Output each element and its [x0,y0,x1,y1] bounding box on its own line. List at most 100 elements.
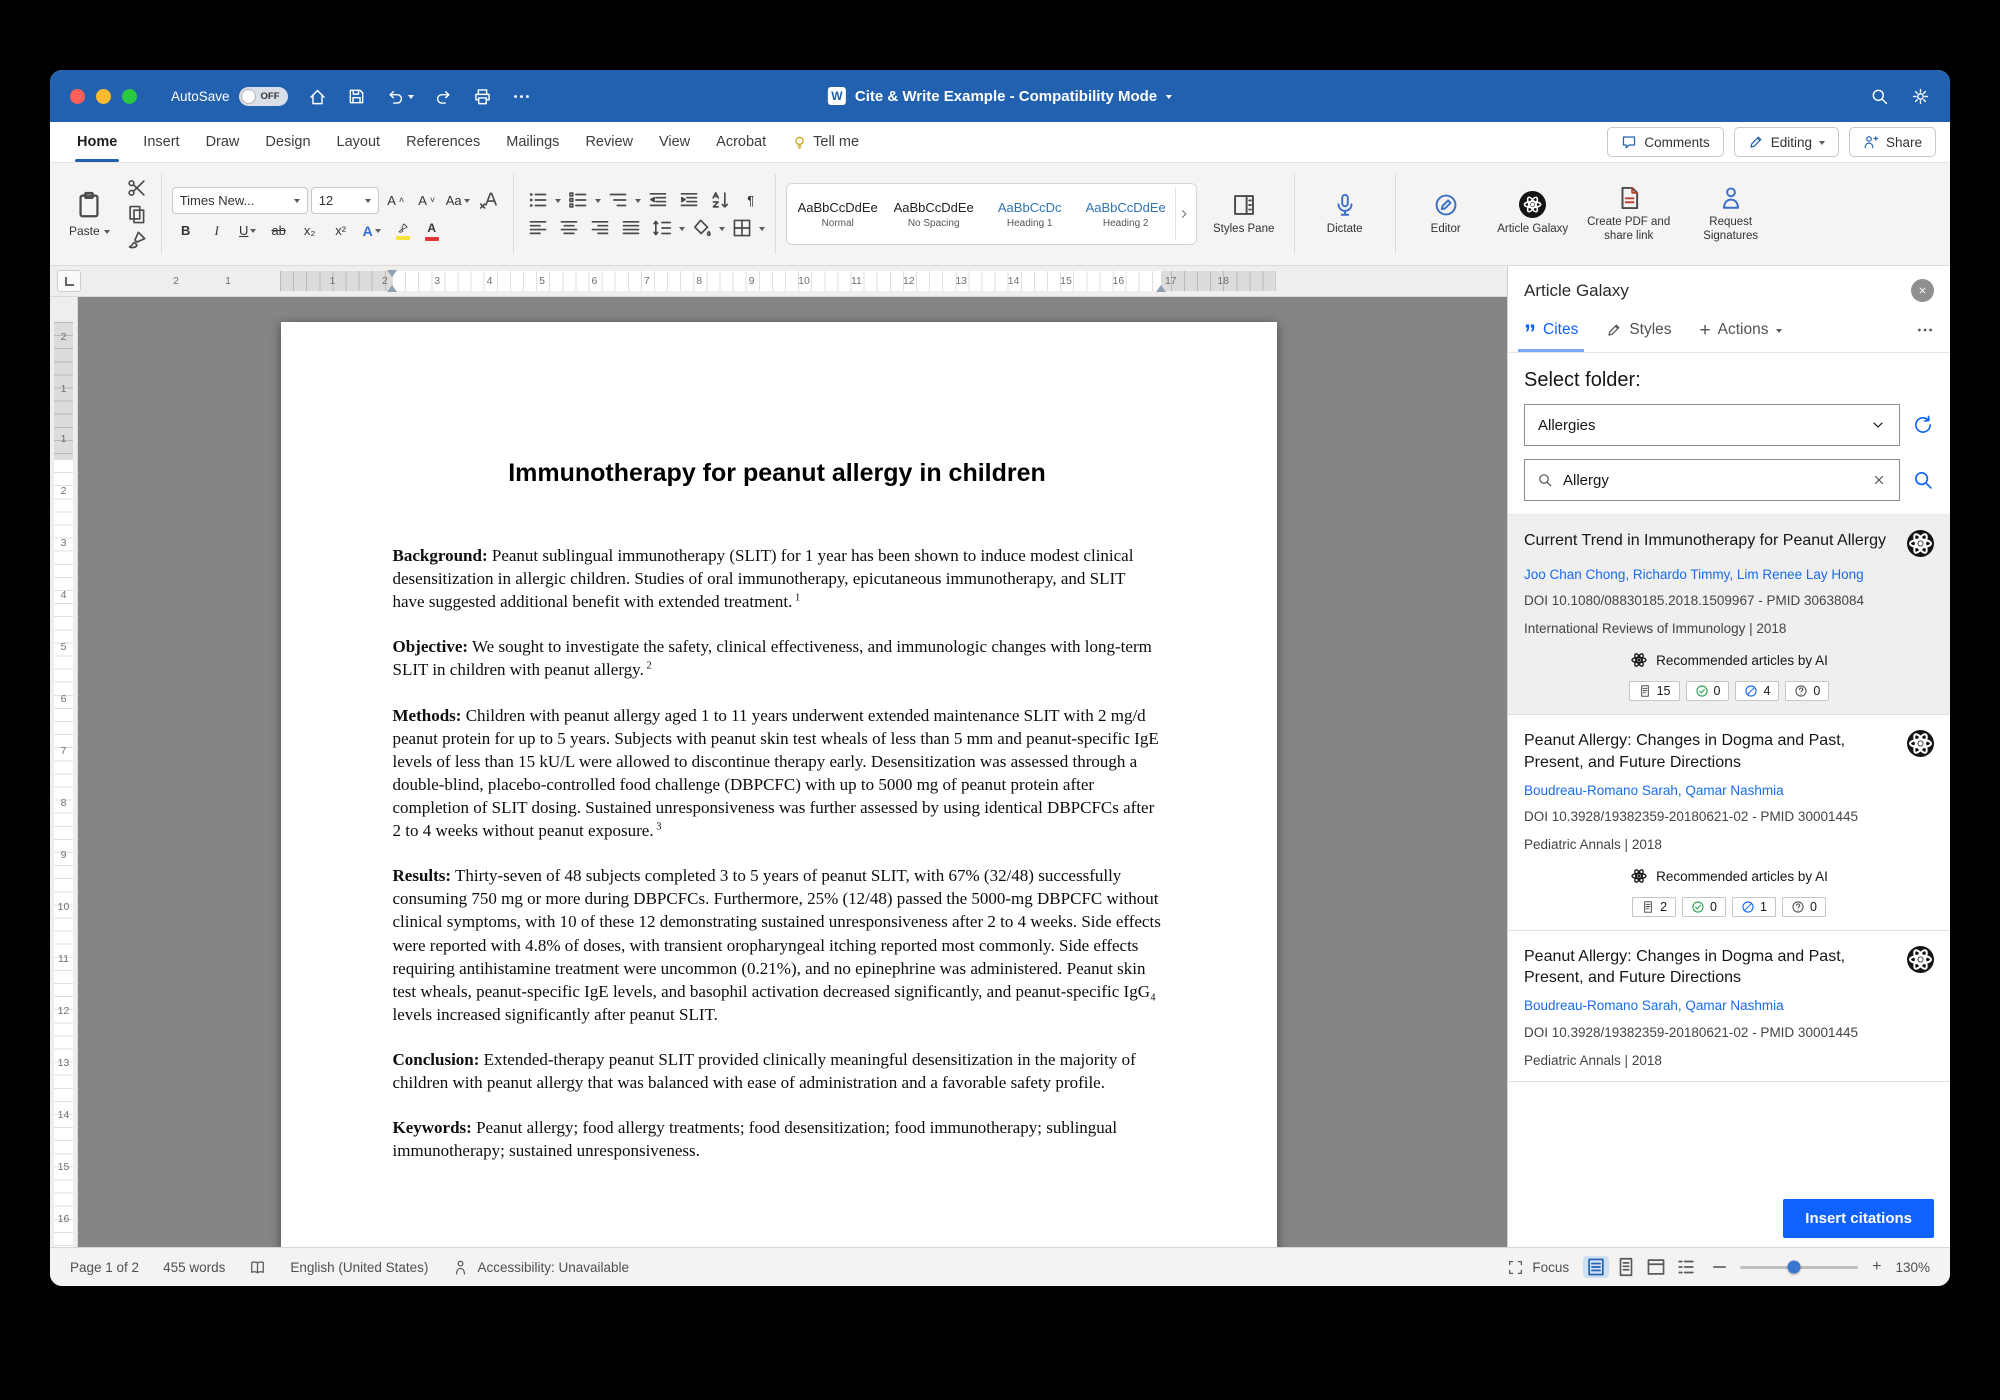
recommended-articles-link[interactable]: Recommended articles by AI [1524,651,1934,669]
justify-button[interactable] [617,217,645,239]
cut-button[interactable] [123,177,151,199]
ribbon-tab-mailings[interactable]: Mailings [493,122,572,162]
autosave-toggle[interactable]: OFF [239,87,288,106]
format-painter-button[interactable] [123,229,151,251]
superscript-button[interactable]: x² [327,220,355,242]
refresh-icon[interactable] [1912,414,1934,436]
document-page[interactable]: Immunotherapy for peanut allergy in chil… [281,322,1277,1247]
borders-button[interactable] [728,217,756,239]
article-galaxy-button[interactable]: Article Galaxy [1493,191,1573,237]
retraction-count-chip[interactable]: 1 [1732,897,1776,917]
italic-button[interactable]: I [203,220,231,242]
accessibility-status[interactable]: Accessibility: Unavailable [452,1259,629,1276]
result-card[interactable]: Current Trend in Immunotherapy for Peanu… [1508,515,1950,715]
check-count-chip[interactable]: 0 [1686,681,1730,701]
ribbon-tab-layout[interactable]: Layout [324,122,394,162]
ribbon-tab-tell-me[interactable]: Tell me [779,122,872,162]
sort-button[interactable] [706,189,734,211]
ribbon-tab-insert[interactable]: Insert [130,122,192,162]
result-card[interactable]: Peanut Allergy: Changes in Dogma and Pas… [1508,715,1950,931]
bullets-button[interactable] [524,189,552,211]
style-normal[interactable]: AaBbCcDdEeNormal [791,188,885,240]
zoom-slider-thumb[interactable] [1788,1261,1801,1274]
style-heading-1[interactable]: AaBbCcDcHeading 1 [983,188,1077,240]
close-window-button[interactable] [70,89,85,104]
increase-indent-button[interactable] [675,189,703,211]
strikethrough-button[interactable]: ab [265,220,293,242]
check-count-chip[interactable]: 0 [1682,897,1726,917]
tab-cites[interactable]: ” Cites [1524,308,1578,352]
ribbon-tab-view[interactable]: View [646,122,703,162]
titlebar-search-icon[interactable] [1870,87,1889,106]
tab-stop-selector[interactable] [57,270,81,292]
show-paragraph-marks-button[interactable]: ¶ [737,189,765,211]
align-right-button[interactable] [586,217,614,239]
undo-button[interactable] [386,87,414,106]
text-effects-button[interactable]: A [358,220,386,242]
focus-toggle[interactable]: Focus [1507,1259,1569,1276]
align-center-button[interactable] [555,217,583,239]
create-pdf-button[interactable]: Create PDF and share link [1580,185,1678,243]
print-icon[interactable] [473,87,492,106]
citations-count-chip[interactable]: 2 [1632,897,1676,917]
result-authors[interactable]: Boudreau-Romano Sarah, Qamar Nashmia [1524,997,1934,1015]
styles-gallery-expand[interactable] [1175,188,1192,240]
zoom-level[interactable]: 130% [1895,1260,1930,1275]
subscript-button[interactable]: x₂ [296,220,324,242]
share-button[interactable]: Share [1849,127,1936,157]
undo-dropdown-caret[interactable] [408,95,414,102]
hanging-indent-marker[interactable] [387,280,397,292]
zoom-in-button[interactable]: + [1872,1258,1881,1276]
decrease-indent-button[interactable] [644,189,672,211]
highlight-button[interactable] [389,220,417,242]
recommended-articles-link[interactable]: Recommended articles by AI [1524,867,1934,885]
panel-search-input[interactable]: Allergy [1524,459,1900,501]
page-indicator[interactable]: Page 1 of 2 [70,1260,139,1275]
retraction-count-chip[interactable]: 4 [1735,681,1779,701]
zoom-slider[interactable] [1740,1266,1858,1269]
folder-dropdown[interactable]: Allergies [1524,404,1900,446]
ribbon-tab-review[interactable]: Review [572,122,646,162]
paste-button[interactable]: Paste [60,187,119,241]
style-heading-2[interactable]: AaBbCcDdEeHeading 2 [1079,188,1173,240]
shrink-font-button[interactable]: A˅ [413,189,441,211]
dictate-button[interactable]: Dictate [1305,192,1385,237]
word-count[interactable]: 455 words [163,1260,225,1275]
align-left-button[interactable] [524,217,552,239]
ribbon-tab-home[interactable]: Home [64,122,130,162]
style-no-spacing[interactable]: AaBbCcDdEeNo Spacing [887,188,981,240]
underline-button[interactable]: U [234,220,262,242]
read-mode-view-button[interactable] [1613,1256,1639,1278]
close-panel-icon[interactable] [1911,279,1934,302]
font-color-button[interactable]: A [420,220,444,242]
result-authors[interactable]: Joo Chan Chong, Richardo Timmy, Lim Rene… [1524,566,1934,584]
result-authors[interactable]: Boudreau-Romano Sarah, Qamar Nashmia [1524,782,1934,800]
panel-more-icon[interactable] [1916,321,1934,339]
web-layout-view-button[interactable] [1643,1256,1669,1278]
titlebar-settings-icon[interactable] [1911,87,1930,106]
tab-actions[interactable]: + Actions [1700,308,1782,352]
vertical-ruler[interactable]: 211234567891011121314151617 [50,297,78,1247]
font-size-select[interactable]: 12 [311,187,379,214]
bold-button[interactable]: B [172,220,200,242]
ribbon-tab-acrobat[interactable]: Acrobat [703,122,779,162]
clear-formatting-button[interactable] [475,189,503,211]
result-card[interactable]: Peanut Allergy: Changes in Dogma and Pas… [1508,931,1950,1082]
ribbon-tab-design[interactable]: Design [252,122,323,162]
save-icon[interactable] [347,87,366,106]
citations-count-chip[interactable]: 15 [1629,681,1680,701]
multilevel-list-button[interactable] [604,189,632,211]
editor-button[interactable]: Editor [1406,192,1486,237]
question-count-chip[interactable]: 0 [1785,681,1829,701]
outline-view-button[interactable] [1673,1256,1699,1278]
zoom-out-button[interactable] [1713,1266,1726,1268]
horizontal-ruler[interactable]: 21123456789101112131415161718 [50,266,1507,297]
redo-icon[interactable] [434,87,453,106]
home-icon[interactable] [308,87,327,106]
language-indicator[interactable]: English (United States) [290,1260,428,1275]
ribbon-tab-references[interactable]: References [393,122,493,162]
insert-citations-button[interactable]: Insert citations [1783,1199,1934,1238]
font-name-select[interactable]: Times New... [172,187,308,214]
zoom-window-button[interactable] [122,89,137,104]
question-count-chip[interactable]: 0 [1782,897,1826,917]
